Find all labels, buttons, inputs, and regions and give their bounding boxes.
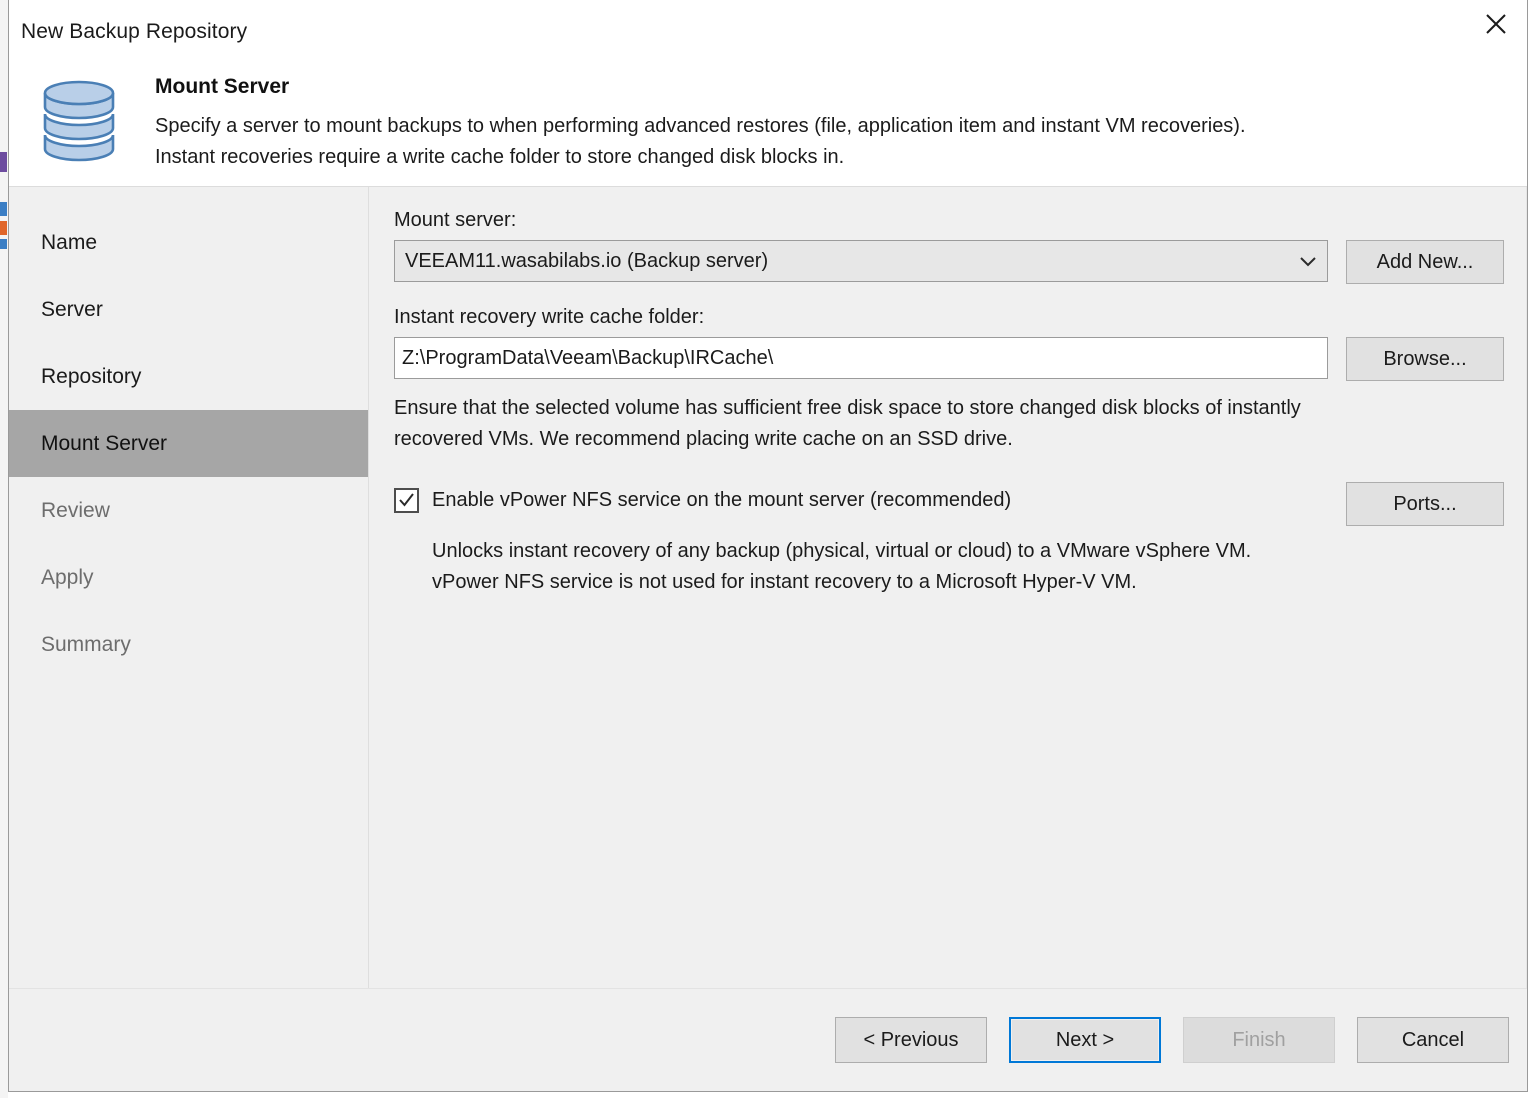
finish-button: Finish xyxy=(1183,1017,1335,1063)
mount-server-label: Mount server: xyxy=(394,209,517,231)
write-cache-input[interactable] xyxy=(402,346,1319,370)
page-title: Mount Server xyxy=(155,75,290,98)
vpower-nfs-checkbox[interactable] xyxy=(394,488,419,513)
background-chip-purple xyxy=(0,152,7,172)
vpower-nfs-note-line-1: Unlocks instant recovery of any backup (… xyxy=(432,540,1252,562)
add-new-button[interactable]: Add New... xyxy=(1346,240,1504,284)
background-app-sliver xyxy=(0,0,8,1098)
write-cache-hint-line-1: Ensure that the selected volume has suff… xyxy=(394,397,1301,419)
wizard-steps-sidebar: Name Server Repository Mount Server Revi… xyxy=(9,187,369,988)
chevron-down-icon xyxy=(1297,255,1319,268)
sidebar-item-review[interactable]: Review xyxy=(9,477,368,544)
check-icon xyxy=(399,493,414,507)
page-description: Specify a server to mount backups to whe… xyxy=(155,111,1246,173)
dialog-title: New Backup Repository xyxy=(21,20,248,43)
dialog-title-bar: New Backup Repository xyxy=(9,0,1527,67)
page-description-line-2: Instant recoveries require a write cache… xyxy=(155,146,845,168)
dialog-body: Name Server Repository Mount Server Revi… xyxy=(9,187,1527,988)
dialog-footer: < Previous Next > Finish Cancel xyxy=(9,988,1527,1091)
database-icon xyxy=(37,75,121,175)
background-chip-orange xyxy=(0,221,7,235)
previous-button[interactable]: < Previous xyxy=(835,1017,987,1063)
cancel-button[interactable]: Cancel xyxy=(1357,1017,1509,1063)
write-cache-label: Instant recovery write cache folder: xyxy=(394,306,705,328)
browse-button[interactable]: Browse... xyxy=(1346,337,1504,381)
sidebar-item-name[interactable]: Name xyxy=(9,209,368,276)
new-backup-repository-dialog: New Backup Repository Mount Server Speci… xyxy=(8,0,1528,1092)
page-description-line-1: Specify a server to mount backups to whe… xyxy=(155,115,1246,137)
background-chip-blue-top xyxy=(0,202,7,216)
ports-button[interactable]: Ports... xyxy=(1346,482,1504,526)
vpower-nfs-label[interactable]: Enable vPower NFS service on the mount s… xyxy=(432,489,1011,512)
write-cache-hint: Ensure that the selected volume has suff… xyxy=(394,393,1499,455)
sidebar-item-summary[interactable]: Summary xyxy=(9,611,368,678)
write-cache-hint-line-2: recovered VMs. We recommend placing writ… xyxy=(394,428,1013,450)
write-cache-input-wrapper[interactable] xyxy=(394,337,1328,379)
background-chip-blue-bottom xyxy=(0,239,7,249)
sidebar-item-apply[interactable]: Apply xyxy=(9,544,368,611)
sidebar-item-repository[interactable]: Repository xyxy=(9,343,368,410)
vpower-nfs-note: Unlocks instant recovery of any backup (… xyxy=(432,536,1504,598)
write-cache-row: Browse... xyxy=(394,337,1504,381)
mount-server-form: Mount server: VEEAM11.wasabilabs.io (Bac… xyxy=(369,187,1527,988)
close-icon[interactable] xyxy=(1465,0,1527,48)
dialog-header: Mount Server Specify a server to mount b… xyxy=(9,67,1527,187)
vpower-nfs-note-line-2: vPower NFS service is not used for insta… xyxy=(432,571,1137,593)
mount-server-row: VEEAM11.wasabilabs.io (Backup server) Ad… xyxy=(394,240,1504,284)
mount-server-select[interactable]: VEEAM11.wasabilabs.io (Backup server) xyxy=(394,240,1328,282)
vpower-nfs-checkbox-group[interactable]: Enable vPower NFS service on the mount s… xyxy=(394,482,1328,513)
sidebar-item-mount-server[interactable]: Mount Server xyxy=(9,410,368,477)
next-button[interactable]: Next > xyxy=(1009,1017,1161,1063)
sidebar-item-server[interactable]: Server xyxy=(9,276,368,343)
vpower-nfs-row: Enable vPower NFS service on the mount s… xyxy=(394,482,1504,526)
mount-server-selected-value: VEEAM11.wasabilabs.io (Backup server) xyxy=(405,249,769,272)
